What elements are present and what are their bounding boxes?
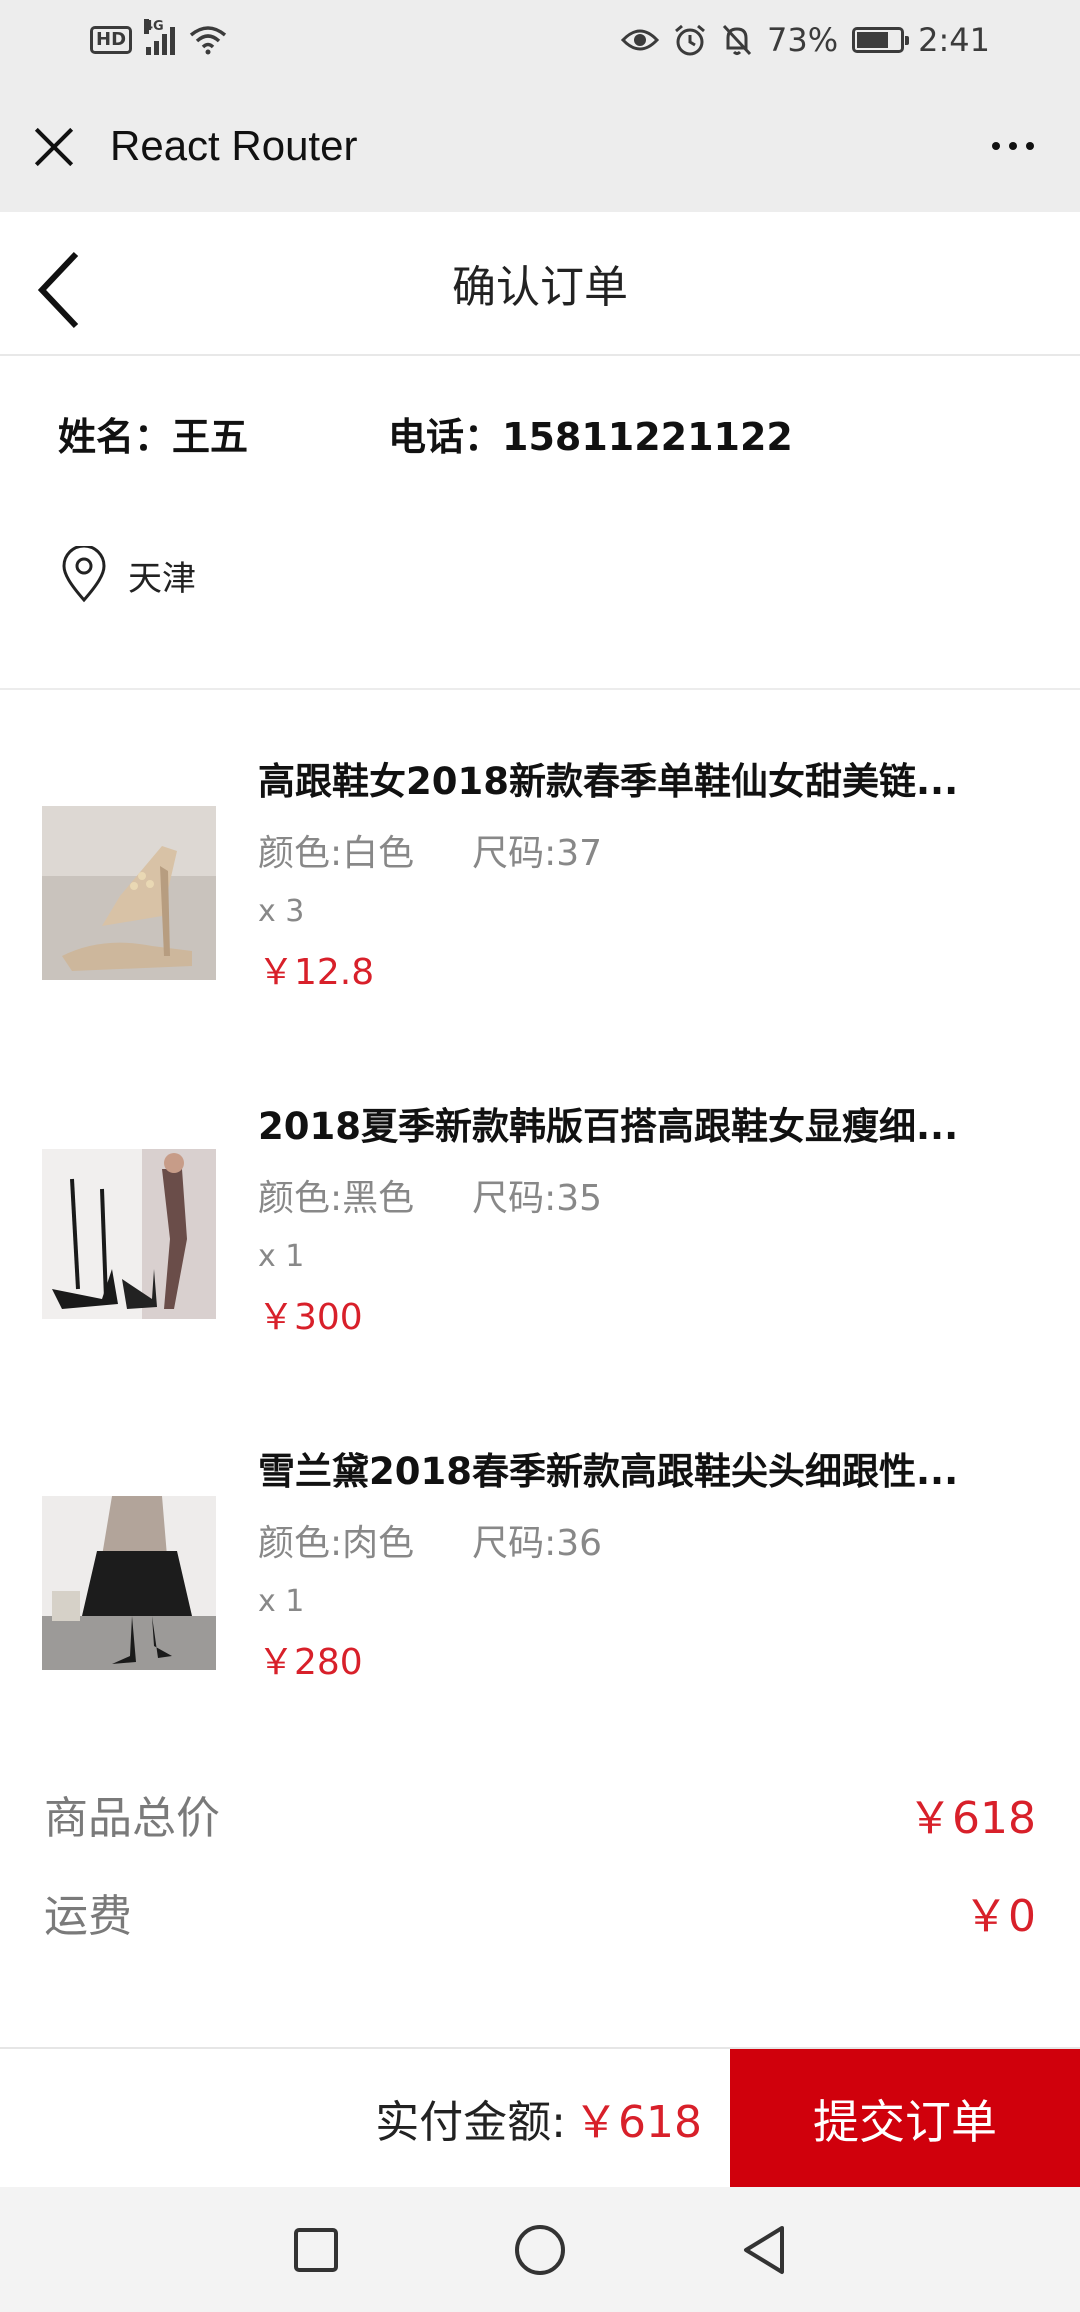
amount-due: 实付金额: ￥618 [0, 2049, 730, 2187]
battery-percent: 73% [767, 21, 839, 59]
product-price: ￥300 [258, 1297, 363, 1338]
clock: 2:41 [918, 21, 990, 59]
product-color: 颜色:肉色 [258, 1523, 415, 1564]
recipient-phone: 电话：15811221122 [388, 415, 793, 459]
home-icon[interactable] [512, 2222, 568, 2278]
subtotal-label: 商品总价 [44, 1793, 220, 1844]
close-icon[interactable] [32, 124, 76, 168]
product-quantity: x 1 [258, 1239, 305, 1274]
back-icon[interactable] [736, 2222, 792, 2278]
product-item[interactable]: 高跟鞋女2018新款春季单鞋仙女甜美链... 颜色:白色 尺码:37 x 3 ￥… [0, 690, 1080, 1035]
shipping-value: ￥0 [964, 1891, 1036, 1942]
page-title: 确认订单 [452, 262, 628, 313]
webview-title-bar: React Router [0, 80, 1080, 212]
product-name: 雪兰黛2018春季新款高跟鞋尖头细跟性... [258, 1450, 959, 1493]
recents-icon[interactable] [288, 2222, 344, 2278]
product-image [42, 1496, 216, 1670]
subtotal-row: 商品总价 ￥618 [44, 1782, 1036, 1846]
battery-level [857, 32, 888, 48]
more-icon[interactable] [992, 142, 1034, 150]
checkout-bar: 实付金额: ￥618 提交订单 [0, 2047, 1080, 2189]
product-image [42, 806, 216, 980]
location-pin-icon [62, 546, 106, 603]
eye-icon [621, 29, 660, 51]
shipping-label: 运费 [44, 1891, 132, 1942]
amount-due-value: ￥618 [574, 2097, 702, 2148]
product-name: 2018夏季新款韩版百搭高跟鞋女显瘦细... [258, 1105, 959, 1148]
shipping-row: 运费 ￥0 [44, 1880, 1036, 1944]
status-bar: HD 4G 73% 2:41 [0, 0, 1080, 80]
product-price: ￥280 [258, 1642, 363, 1683]
network-type: 4G [144, 19, 164, 34]
system-nav-bar [0, 2187, 1080, 2312]
shipping-address[interactable]: 姓名：王五 电话：15811221122 天津 [0, 356, 1080, 690]
address-location: 天津 [128, 558, 196, 599]
product-size: 尺码:35 [472, 1178, 603, 1219]
product-color: 颜色:白色 [258, 833, 415, 874]
product-quantity: x 1 [258, 1584, 305, 1619]
amount-due-label: 实付金额: [375, 2097, 567, 2148]
product-color: 颜色:黑色 [258, 1178, 415, 1219]
product-item[interactable]: 2018夏季新款韩版百搭高跟鞋女显瘦细... 颜色:黑色 尺码:35 x 1 ￥… [0, 1035, 1080, 1380]
bell-off-icon [722, 24, 752, 56]
webview-title: React Router [110, 122, 358, 169]
alarm-icon [675, 24, 705, 56]
back-arrow-icon[interactable] [36, 250, 106, 330]
submit-order-button[interactable]: 提交订单 [730, 2049, 1080, 2189]
page-header: 确认订单 [0, 212, 1080, 356]
recipient-name: 姓名：王五 [58, 415, 249, 459]
wifi-icon [189, 26, 227, 55]
product-item[interactable]: 雪兰黛2018春季新款高跟鞋尖头细跟性... 颜色:肉色 尺码:36 x 1 ￥… [0, 1380, 1080, 1725]
product-price: ￥12.8 [258, 952, 375, 993]
product-quantity: x 3 [258, 894, 305, 929]
product-image [42, 1149, 216, 1319]
product-size: 尺码:37 [472, 833, 603, 874]
battery-icon [852, 27, 910, 53]
subtotal-value: ￥618 [908, 1793, 1036, 1844]
hd-icon: HD [90, 26, 133, 54]
product-name: 高跟鞋女2018新款春季单鞋仙女甜美链... [258, 760, 959, 803]
product-size: 尺码:36 [472, 1523, 603, 1564]
signal-icon: 4G [144, 19, 176, 55]
